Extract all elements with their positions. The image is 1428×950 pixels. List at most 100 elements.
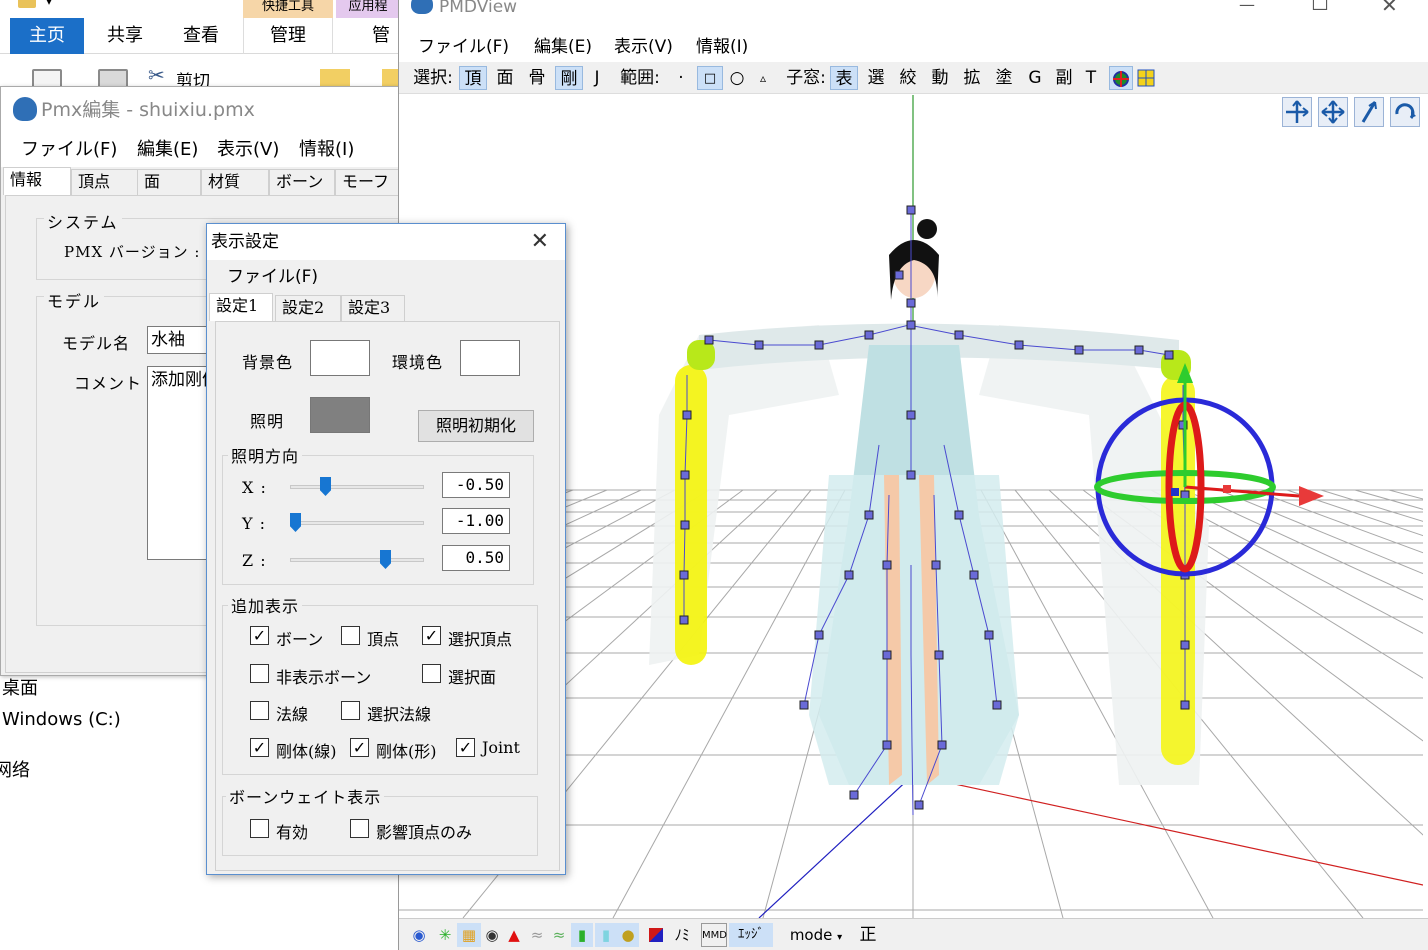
child-table-button[interactable]: 表 <box>830 66 858 90</box>
light-value-field[interactable]: -0.50 <box>442 472 510 498</box>
checkbox[interactable] <box>250 664 269 683</box>
select-rigidbody-button[interactable]: 剛 <box>555 66 583 90</box>
ribbon-tab-view[interactable]: 查看 <box>166 18 236 54</box>
range-point-button[interactable]: · <box>669 66 693 90</box>
child-filter-button[interactable]: 絞 <box>894 66 922 90</box>
checkbox-label[interactable]: 影響頂点のみ <box>376 819 472 843</box>
camera-target-icon[interactable] <box>1109 66 1133 90</box>
checkbox[interactable] <box>350 819 369 838</box>
checkbox[interactable]: ✓ <box>250 626 269 645</box>
light-value-field[interactable]: 0.50 <box>442 545 510 571</box>
select-joint-button[interactable]: J <box>587 66 607 90</box>
pmx-tab-morph[interactable]: モーフ <box>335 169 399 195</box>
capsule-icon[interactable]: ▮ <box>595 923 617 947</box>
light-value-field[interactable]: -1.00 <box>442 508 510 534</box>
pmx-menu-info[interactable]: 情報(I) <box>299 133 354 167</box>
pmx-tab-info[interactable]: 情報 <box>3 167 71 195</box>
light-reset-button[interactable]: 照明初期化 <box>418 410 534 442</box>
pmx-title-bar[interactable]: Pmx編集 - shuixiu.pmx <box>1 87 401 133</box>
child-sub-button[interactable]: 副 <box>1050 66 1078 90</box>
checkbox[interactable]: ✓ <box>456 738 475 757</box>
checkbox[interactable] <box>250 701 269 720</box>
checkbox-label[interactable]: 法線 <box>276 701 308 725</box>
pmx-menu-edit[interactable]: 編集(E) <box>137 133 198 167</box>
dialog-tab-settings1[interactable]: 設定1 <box>209 293 273 321</box>
wave-icon[interactable]: ≈ <box>525 923 549 947</box>
range-triangle-button[interactable]: ▵ <box>751 66 775 90</box>
dialog-menu-file[interactable]: ファイル(F) <box>227 260 318 292</box>
child-paint-button[interactable]: 塗 <box>990 66 1018 90</box>
checkbox[interactable] <box>250 819 269 838</box>
body-icon[interactable]: ▮ <box>571 923 593 947</box>
checkbox-label[interactable]: ボーン <box>276 626 323 650</box>
mesh-icon[interactable]: ▦ <box>457 923 481 947</box>
ribbon-tab-manage[interactable]: 管理 <box>243 18 333 54</box>
nav-item-desktop[interactable]: 桌面 <box>2 674 38 700</box>
select-vertex-button[interactable]: 頂 <box>459 66 487 90</box>
pmd-title-bar[interactable]: PMDView — ☐ ✕ <box>399 0 1428 32</box>
pmd-menu-file[interactable]: ファイル(F) <box>418 33 509 61</box>
pmx-tab-bone[interactable]: ボーン <box>269 169 335 195</box>
checkbox[interactable] <box>422 664 441 683</box>
checkbox-label[interactable]: 頂点 <box>367 626 399 650</box>
grid-view-icon[interactable] <box>1135 66 1157 90</box>
pmd-menu-view[interactable]: 表示(V) <box>614 33 673 61</box>
pmx-menu-view[interactable]: 表示(V) <box>217 133 279 167</box>
child-move-button[interactable]: 動 <box>926 66 954 90</box>
checkbox[interactable]: ✓ <box>350 738 369 757</box>
pmx-tab-material[interactable]: 材質 <box>201 169 269 195</box>
ribbon-tab-home[interactable]: 主页 <box>10 18 84 54</box>
child-g-button[interactable]: G <box>1022 66 1048 90</box>
pmd-menu-info[interactable]: 情報(I) <box>696 33 748 61</box>
front-view-button[interactable]: 正 <box>855 923 881 947</box>
rotate-icon[interactable] <box>1390 97 1420 127</box>
env-color-swatch[interactable] <box>460 340 520 376</box>
select-face-button[interactable]: 面 <box>491 66 519 90</box>
ribbon-tab-share[interactable]: 共享 <box>90 18 160 54</box>
dialog-tab-settings3[interactable]: 設定3 <box>341 295 405 321</box>
scissors-icon[interactable]: ✂ <box>148 63 165 87</box>
checkbox-label[interactable]: 剛体(線) <box>276 738 337 762</box>
close-icon[interactable]: ✕ <box>531 224 549 260</box>
dot-icon[interactable]: ◉ <box>481 923 503 947</box>
local-axis-icon[interactable] <box>1354 97 1384 127</box>
sparkle-icon[interactable]: ✳ <box>433 923 457 947</box>
triangle-icon[interactable]: ▲ <box>503 923 525 947</box>
mode-dropdown[interactable]: mode ▾ <box>785 923 847 947</box>
light-slider-track[interactable] <box>290 485 424 489</box>
select-bone-button[interactable]: 骨 <box>523 66 551 90</box>
no-label[interactable]: ﾉﾐ <box>669 923 695 947</box>
range-rect-button[interactable]: □ <box>697 66 723 90</box>
bg-color-swatch[interactable] <box>310 340 370 376</box>
pmx-menu-file[interactable]: ファイル(F) <box>21 133 117 167</box>
maximize-button[interactable]: ☐ <box>1311 0 1329 13</box>
child-t-button[interactable]: T <box>1080 66 1102 90</box>
pmx-tab-face[interactable]: 面 <box>137 169 201 195</box>
checkbox-label[interactable]: Joint <box>482 738 520 757</box>
edge-label[interactable]: ｴｯｼﾞ <box>729 923 773 947</box>
checkbox-label[interactable]: 選択頂点 <box>448 626 512 650</box>
checkbox-label[interactable]: 選択法線 <box>367 701 431 725</box>
color-swatch-icon[interactable] <box>647 923 665 947</box>
mmd-label[interactable]: MMD <box>701 923 727 947</box>
dialog-title-bar[interactable]: 表示設定 ✕ <box>207 224 565 260</box>
wave-green-icon[interactable]: ≈ <box>549 923 569 947</box>
point-mode-icon[interactable]: ◉ <box>407 923 431 947</box>
checkbox[interactable] <box>341 701 360 720</box>
checkbox-label[interactable]: 非表示ボーン <box>276 664 371 688</box>
skin-icon[interactable]: ● <box>617 923 639 947</box>
range-circle-button[interactable]: ○ <box>725 66 749 90</box>
light-slider-track[interactable] <box>290 521 424 525</box>
light-color-swatch[interactable] <box>310 397 370 433</box>
checkbox[interactable] <box>341 626 360 645</box>
pmd-menu-edit[interactable]: 編集(E) <box>534 33 592 61</box>
checkbox-label[interactable]: 有効 <box>276 819 308 843</box>
nav-item-network[interactable]: 网络 <box>0 756 30 782</box>
light-slider-track[interactable] <box>290 558 424 562</box>
minimize-button[interactable]: — <box>1239 0 1255 14</box>
nav-item-windows-c[interactable]: Windows (C:) <box>2 709 121 730</box>
dialog-tab-settings2[interactable]: 設定2 <box>275 295 341 321</box>
checkbox-label[interactable]: 選択面 <box>448 664 496 688</box>
pmx-tab-vertex[interactable]: 頂点 <box>71 169 139 195</box>
checkbox-label[interactable]: 剛体(形) <box>376 738 437 762</box>
